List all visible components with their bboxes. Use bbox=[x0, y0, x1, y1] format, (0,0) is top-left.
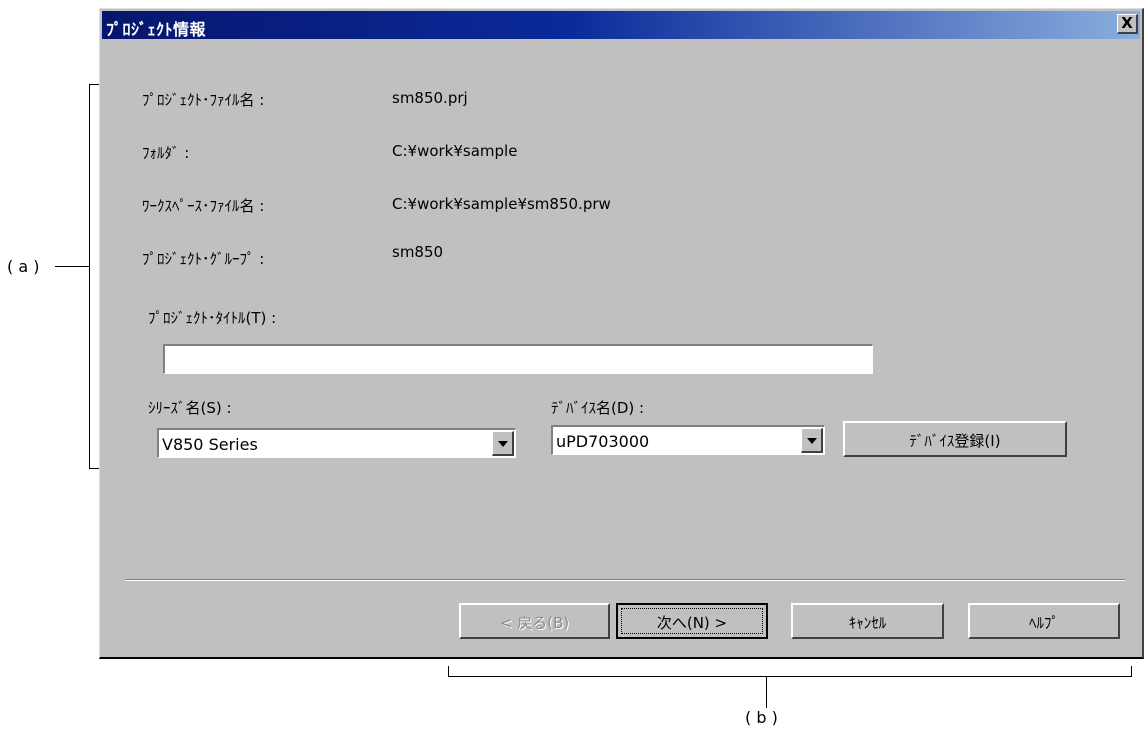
series-selected-value: V850 Series bbox=[162, 435, 258, 454]
next-button-label: 次へ(N) > bbox=[656, 614, 728, 632]
cancel-button[interactable]: ｷｬﾝｾﾙ bbox=[791, 603, 944, 639]
device-dropdown-icon[interactable] bbox=[801, 428, 823, 453]
separator-highlight bbox=[125, 580, 1125, 581]
close-button[interactable]: X bbox=[1117, 14, 1138, 34]
cancel-button-label: ｷｬﾝｾﾙ bbox=[848, 614, 887, 632]
project-group-value: sm850 bbox=[392, 243, 444, 261]
series-dropdown-icon[interactable] bbox=[492, 431, 514, 456]
dialog-title: ﾌﾟﾛｼﾞｪｸﾄ情報 bbox=[106, 20, 207, 39]
project-title-input[interactable] bbox=[163, 344, 873, 374]
project-group-label: ﾌﾟﾛｼﾞｪｸﾄ･ｸﾞﾙｰﾌﾟ : bbox=[142, 250, 265, 268]
back-button-label: < 戻る(B) bbox=[499, 614, 570, 632]
folder-value: C:¥work¥sample bbox=[392, 142, 518, 160]
annotation-b-label: ( b ) bbox=[745, 708, 778, 727]
annotation-a-label: ( a ) bbox=[7, 257, 40, 276]
close-icon: X bbox=[1121, 14, 1133, 32]
project-file-value: sm850.prj bbox=[392, 89, 468, 107]
annotation-a-tick bbox=[55, 266, 90, 267]
device-selected-value: uPD703000 bbox=[556, 432, 650, 451]
annotation-b-bracket-left bbox=[448, 666, 449, 676]
device-label: ﾃﾞﾊﾞｲｽ名(D) : bbox=[551, 399, 645, 417]
annotation-a-bracket-vertical bbox=[89, 84, 90, 469]
register-device-label: ﾃﾞﾊﾞｲｽ登録(I) bbox=[909, 432, 1001, 450]
help-button[interactable]: ﾍﾙﾌﾟ bbox=[968, 603, 1120, 639]
project-title-label: ﾌﾟﾛｼﾞｪｸﾄ･ﾀｲﾄﾙ(T) : bbox=[148, 309, 277, 327]
annotation-b-bracket-right bbox=[1131, 666, 1132, 676]
series-label: ｼﾘｰｽﾞ名(S) : bbox=[148, 399, 232, 417]
next-button[interactable]: 次へ(N) > bbox=[616, 603, 768, 639]
back-button[interactable]: < 戻る(B) bbox=[459, 603, 610, 639]
series-select[interactable]: V850 Series bbox=[157, 428, 516, 458]
help-button-label: ﾍﾙﾌﾟ bbox=[1028, 614, 1059, 632]
device-select[interactable]: uPD703000 bbox=[551, 425, 825, 455]
register-device-button[interactable]: ﾃﾞﾊﾞｲｽ登録(I) bbox=[843, 421, 1067, 457]
workspace-file-label: ﾜｰｸｽﾍﾟｰｽ･ﾌｧｲﾙ名 : bbox=[142, 197, 265, 215]
title-bar: ﾌﾟﾛｼﾞｪｸﾄ情報 X bbox=[102, 11, 1140, 39]
annotation-b-tick bbox=[766, 676, 767, 708]
project-file-label: ﾌﾟﾛｼﾞｪｸﾄ･ﾌｧｲﾙ名 : bbox=[142, 91, 265, 109]
folder-label: ﾌｫﾙﾀﾞ : bbox=[142, 144, 190, 162]
workspace-file-value: C:¥work¥sample¥sm850.prw bbox=[392, 195, 611, 213]
project-info-dialog: ﾌﾟﾛｼﾞｪｸﾄ情報 X ﾌﾟﾛｼﾞｪｸﾄ･ﾌｧｲﾙ名 : sm850.prj … bbox=[99, 8, 1144, 659]
annotation-b-bracket-horizontal bbox=[448, 676, 1132, 677]
